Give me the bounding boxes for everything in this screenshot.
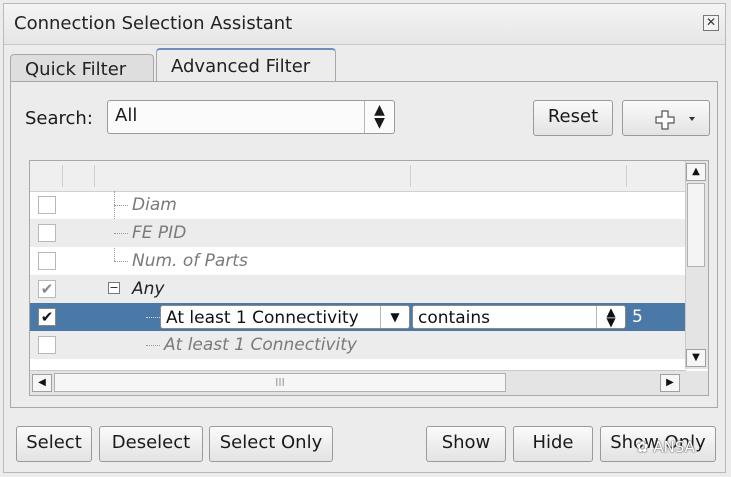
tree-row[interactable]: FE PID: [30, 219, 686, 247]
row-label: Any: [132, 279, 165, 299]
field-value: At least 1 Connectivity: [166, 308, 359, 328]
row-checkbox[interactable]: ✔: [38, 308, 56, 326]
show-button[interactable]: Show: [426, 426, 506, 462]
tree-header: [30, 161, 686, 192]
tab-label: Quick Filter: [25, 59, 127, 80]
horizontal-scrollbar[interactable]: ◀ III ▶: [30, 370, 686, 395]
scroll-corner: [686, 371, 708, 395]
tab-quick-filter[interactable]: Quick Filter: [10, 54, 154, 82]
advanced-filter-panel: Search: All ▲ ▼ Reset Diam FE PID Num. o…: [10, 81, 718, 408]
watermark-logo-icon: ✿: [636, 438, 649, 456]
plus-icon: [655, 110, 695, 130]
watermark: ✿ ANSA: [636, 438, 695, 456]
collapse-icon[interactable]: −: [108, 282, 120, 294]
hide-label: Hide: [532, 432, 574, 453]
tree-row-any[interactable]: ✔ − Any: [30, 275, 686, 303]
tab-advanced-filter[interactable]: Advanced Filter: [156, 48, 336, 82]
select-button[interactable]: Select: [16, 426, 92, 462]
tree-row[interactable]: At least 1 Connectivity: [30, 331, 686, 359]
horizontal-scroll-thumb[interactable]: III: [54, 373, 506, 392]
row-label: FE PID: [132, 223, 187, 243]
row-label: Num. of Parts: [132, 251, 248, 271]
search-combobox[interactable]: All ▲ ▼: [107, 100, 395, 134]
tree-row[interactable]: Num. of Parts: [30, 247, 686, 275]
search-value: All: [115, 105, 138, 126]
row-checkbox[interactable]: [38, 252, 56, 270]
vertical-scrollbar[interactable]: ▲ ▼: [685, 161, 708, 369]
add-menu-button[interactable]: [622, 100, 710, 136]
reset-button[interactable]: Reset: [533, 100, 613, 136]
reset-label: Reset: [547, 106, 599, 127]
scroll-right-icon[interactable]: ▶: [660, 374, 680, 392]
row-label: At least 1 Connectivity: [164, 335, 357, 355]
show-label: Show: [441, 432, 491, 453]
filter-tree: Diam FE PID Num. of Parts ✔ − Any ✔ At l…: [29, 160, 709, 396]
deselect-button[interactable]: Deselect: [99, 426, 203, 462]
window-title: Connection Selection Assistant: [14, 13, 293, 34]
operator-value: contains: [418, 308, 490, 328]
tab-label: Advanced Filter: [171, 56, 311, 77]
select-only-button[interactable]: Select Only: [209, 426, 333, 462]
search-label: Search:: [25, 108, 93, 129]
up-down-arrows-icon: ▲ ▼: [596, 306, 625, 328]
row-checkbox[interactable]: ✔: [38, 280, 56, 298]
operator-combobox[interactable]: contains ▲ ▼: [412, 305, 626, 329]
vertical-scroll-thumb[interactable]: [687, 183, 705, 267]
condition-value[interactable]: 5: [632, 307, 643, 327]
select-label: Select: [26, 432, 82, 453]
hide-button[interactable]: Hide: [513, 426, 593, 462]
field-combobox[interactable]: At least 1 Connectivity ▼: [160, 305, 410, 329]
tree-row-selected[interactable]: ✔ At least 1 Connectivity ▼ contains ▲ ▼ …: [30, 303, 686, 331]
chevron-down-icon: ▼: [380, 306, 409, 328]
up-down-arrows-icon: ▲ ▼: [364, 101, 394, 133]
row-checkbox[interactable]: [38, 196, 56, 214]
connection-selection-assistant-window: Connection Selection Assistant ✕ Quick F…: [3, 3, 726, 473]
scroll-up-icon[interactable]: ▲: [686, 163, 706, 181]
row-checkbox[interactable]: [38, 224, 56, 242]
select-only-label: Select Only: [219, 432, 323, 453]
scroll-left-icon[interactable]: ◀: [32, 374, 52, 392]
scroll-down-icon[interactable]: ▼: [686, 349, 706, 367]
watermark-text: ANSA: [653, 438, 695, 456]
row-checkbox[interactable]: [38, 336, 56, 354]
scroll-grip: III: [275, 376, 285, 389]
title-bar: Connection Selection Assistant ✕: [4, 4, 725, 45]
row-label: Diam: [132, 195, 177, 215]
close-icon[interactable]: ✕: [703, 15, 719, 31]
tree-row[interactable]: Diam: [30, 191, 686, 219]
deselect-label: Deselect: [111, 432, 191, 453]
